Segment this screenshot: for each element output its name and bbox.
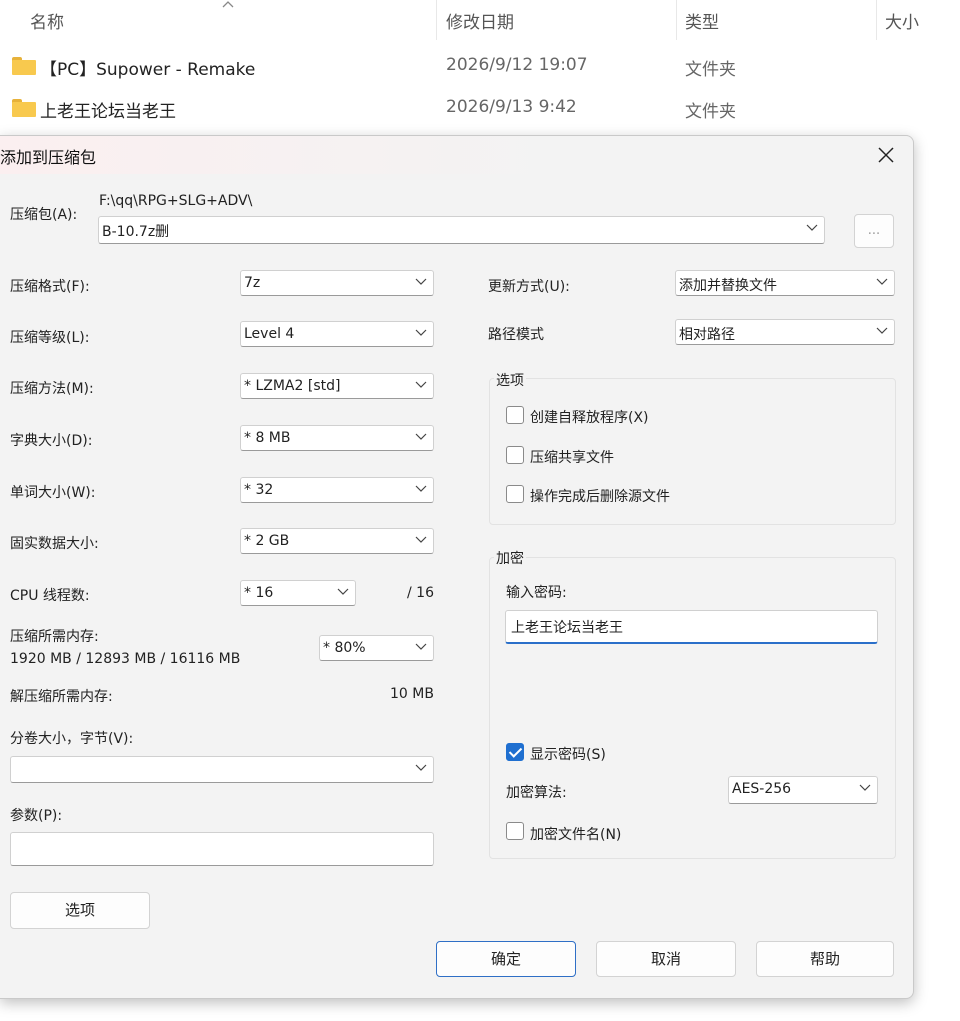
file-date: 2026/9/12 19:07	[446, 55, 588, 75]
word-select[interactable]: * 32	[240, 477, 434, 503]
dialog-titlebar[interactable]	[0, 136, 913, 174]
params-input[interactable]	[10, 832, 434, 866]
format-select[interactable]: 7z	[240, 270, 434, 296]
level-select[interactable]: Level 4	[240, 321, 434, 347]
path-value: 相对路径	[679, 327, 735, 343]
chevron-down-icon	[415, 433, 427, 440]
word-value: * 32	[244, 482, 274, 498]
folder-icon	[12, 57, 36, 75]
encrypt-names-checkbox[interactable]	[506, 822, 524, 840]
enc-method-label: 加密算法:	[506, 785, 567, 801]
mem-comp-value: 1920 MB / 12893 MB / 16116 MB	[10, 651, 241, 667]
sort-up-icon	[222, 1, 234, 8]
dict-select[interactable]: * 8 MB	[240, 425, 434, 451]
update-label: 更新方式(U):	[488, 279, 570, 295]
params-label: 参数(P):	[10, 808, 63, 824]
file-type: 文件夹	[685, 102, 736, 122]
delete-source-label: 操作完成后删除源文件	[530, 489, 670, 505]
solid-label: 固实数据大小:	[10, 536, 99, 552]
help-button[interactable]: 帮助	[756, 941, 894, 977]
chevron-down-icon	[415, 536, 427, 543]
archive-name-value: B-10.7z删	[102, 224, 170, 240]
sfx-checkbox[interactable]	[506, 406, 524, 424]
path-select[interactable]: 相对路径	[675, 319, 895, 345]
mem-percent-value: * 80%	[323, 640, 366, 656]
solid-value: * 2 GB	[244, 533, 290, 549]
encryption-group	[489, 557, 896, 859]
level-label: 压缩等级(L):	[10, 330, 90, 346]
chevron-down-icon	[415, 381, 427, 388]
archive-name-combo[interactable]: B-10.7z删	[98, 216, 825, 244]
delete-source-checkbox[interactable]	[506, 485, 524, 503]
archive-label: 压缩包(A):	[10, 207, 78, 223]
format-label: 压缩格式(F):	[10, 279, 90, 295]
chevron-down-icon	[806, 224, 818, 231]
encrypt-names-label: 加密文件名(N)	[530, 827, 622, 843]
update-value: 添加并替换文件	[679, 278, 777, 294]
solid-select[interactable]: * 2 GB	[240, 528, 434, 554]
chevron-down-icon	[876, 327, 888, 334]
file-row[interactable]: 【PC】Supower - Remake 2026/9/12 19:07 文件夹	[0, 47, 960, 87]
encryption-group-title: 加密	[494, 548, 526, 568]
add-to-archive-dialog: 添加到压缩包 压缩包(A): F:\qq\RPG+SLG+ADV\ B-10.7…	[0, 135, 914, 999]
level-value: Level 4	[244, 326, 295, 342]
column-header-modified[interactable]: 修改日期	[446, 8, 514, 33]
dict-label: 字典大小(D):	[10, 433, 93, 449]
path-label: 路径模式	[488, 327, 544, 343]
mem-comp-label: 压缩所需内存:	[10, 629, 99, 645]
chevron-down-icon	[415, 485, 427, 492]
close-icon	[878, 147, 894, 163]
shared-checkbox[interactable]	[506, 446, 524, 464]
show-password-label: 显示密码(S)	[530, 747, 606, 763]
browse-button[interactable]: ...	[854, 214, 894, 248]
threads-label: CPU 线程数:	[10, 588, 90, 604]
volume-label: 分卷大小，字节(V):	[10, 731, 134, 747]
show-password-checkbox[interactable]	[506, 743, 524, 761]
archive-path: F:\qq\RPG+SLG+ADV\	[99, 193, 253, 209]
chevron-down-icon	[415, 764, 427, 771]
method-label: 压缩方法(M):	[10, 381, 94, 397]
ok-button[interactable]: 确定	[436, 941, 576, 977]
column-header-type[interactable]: 类型	[685, 8, 719, 33]
chevron-down-icon	[337, 588, 349, 595]
file-row[interactable]: 上老王论坛当老王 2026/9/13 9:42 文件夹	[0, 89, 960, 129]
options-group-title: 选项	[494, 370, 526, 390]
mem-percent-select[interactable]: * 80%	[319, 635, 434, 661]
chevron-down-icon	[859, 784, 871, 791]
word-label: 单词大小(W):	[10, 485, 96, 501]
column-header-name[interactable]: 名称	[30, 8, 64, 33]
column-header-size[interactable]: 大小	[885, 8, 919, 33]
chevron-down-icon	[415, 643, 427, 650]
sfx-label: 创建自释放程序(X)	[530, 410, 649, 426]
threads-select[interactable]: * 16	[240, 580, 356, 606]
folder-icon	[12, 99, 36, 117]
threads-value: * 16	[244, 585, 274, 601]
file-name: 【PC】Supower - Remake	[40, 60, 256, 80]
close-button[interactable]	[871, 140, 901, 170]
file-type: 文件夹	[685, 60, 736, 80]
method-value: * LZMA2 [std]	[244, 378, 341, 394]
file-name: 上老王论坛当老王	[40, 102, 176, 122]
chevron-down-icon	[415, 278, 427, 285]
threads-max: / 16	[407, 585, 434, 601]
password-value: 上老王论坛当老王	[511, 620, 623, 636]
shared-label: 压缩共享文件	[530, 450, 614, 466]
file-date: 2026/9/13 9:42	[446, 97, 577, 117]
enc-method-select[interactable]: AES-256	[728, 776, 878, 804]
update-select[interactable]: 添加并替换文件	[675, 270, 895, 296]
enc-method-value: AES-256	[732, 781, 792, 797]
mem-decomp-label: 解压缩所需内存:	[10, 689, 113, 705]
dict-value: * 8 MB	[244, 430, 291, 446]
cancel-button[interactable]: 取消	[596, 941, 736, 977]
format-value: 7z	[244, 275, 261, 291]
password-input[interactable]: 上老王论坛当老王	[505, 610, 878, 644]
options-button[interactable]: 选项	[10, 892, 150, 929]
volume-combo[interactable]	[10, 756, 434, 783]
chevron-down-icon	[876, 278, 888, 285]
method-select[interactable]: * LZMA2 [std]	[240, 373, 434, 399]
chevron-down-icon	[415, 329, 427, 336]
password-label: 输入密码:	[506, 585, 567, 601]
mem-decomp-value: 10 MB	[390, 686, 434, 702]
dialog-title: 添加到压缩包	[0, 148, 97, 167]
